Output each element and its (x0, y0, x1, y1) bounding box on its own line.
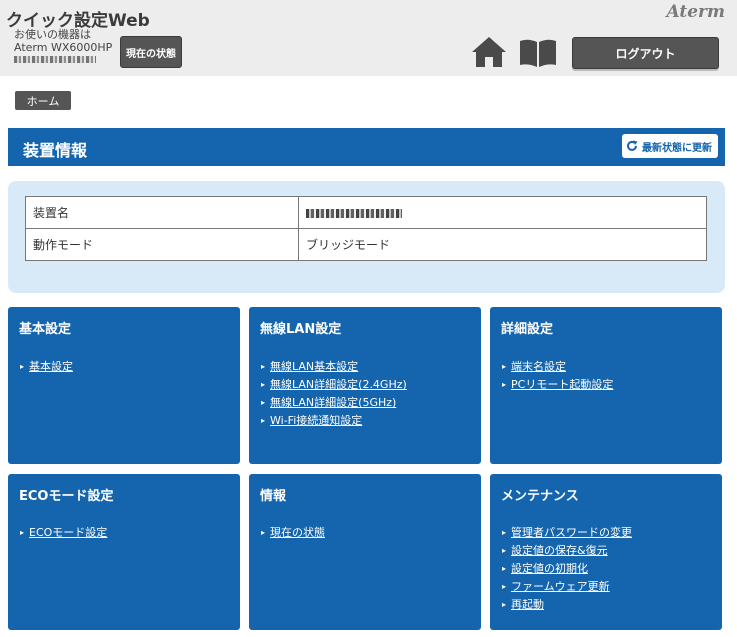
device-info-table: 装置名 動作モード ブリッジモード (25, 196, 707, 261)
status-button[interactable]: 現在の状態 (120, 36, 182, 68)
card-title: ECOモード設定 (19, 489, 114, 504)
link-wlan-detail-5ghz[interactable]: 無線LAN詳細設定(5GHz) (270, 396, 396, 409)
list-item: PCリモート起動設定 (502, 376, 613, 394)
list-item: 現在の状態 (261, 524, 325, 542)
list-item: 基本設定 (20, 358, 73, 376)
refresh-icon (627, 140, 638, 151)
list-item: 再起動 (502, 596, 632, 614)
link-wifi-notify[interactable]: Wi-Fi接続通知設定 (270, 414, 362, 427)
card-title: 無線LAN設定 (260, 322, 342, 337)
device-caption: お使いの機器は (14, 28, 91, 41)
refresh-label: 最新状態に更新 (642, 142, 712, 154)
card-basic-settings: 基本設定 基本設定 (8, 307, 240, 464)
card-link-list: 管理者パスワードの変更 設定値の保存&復元 設定値の初期化 ファームウェア更新 … (502, 524, 632, 614)
link-admin-password[interactable]: 管理者パスワードの変更 (511, 526, 632, 539)
card-link-list: 無線LAN基本設定 無線LAN詳細設定(2.4GHz) 無線LAN詳細設定(5G… (261, 358, 407, 430)
breadcrumb-home[interactable]: ホーム (15, 91, 71, 110)
link-reboot[interactable]: 再起動 (511, 598, 544, 611)
list-item: ECOモード設定 (20, 524, 107, 542)
card-title: 詳細設定 (501, 322, 554, 337)
device-name-value (298, 196, 707, 229)
link-wlan-basic[interactable]: 無線LAN基本設定 (270, 360, 358, 373)
home-icon[interactable] (472, 36, 506, 68)
table-row: 動作モード ブリッジモード (25, 228, 707, 261)
card-title: メンテナンス (501, 489, 579, 504)
operation-mode-value: ブリッジモード (298, 228, 707, 261)
card-link-list: ECOモード設定 (20, 524, 107, 542)
link-firmware-update[interactable]: ファームウェア更新 (511, 580, 610, 593)
card-information: 情報 現在の状態 (249, 474, 481, 630)
list-item: 無線LAN詳細設定(5GHz) (261, 394, 407, 412)
link-current-status[interactable]: 現在の状態 (270, 526, 325, 539)
list-item: 無線LAN詳細設定(2.4GHz) (261, 376, 407, 394)
link-pc-remote-wake[interactable]: PCリモート起動設定 (511, 378, 613, 391)
device-name-label: 装置名 (25, 196, 299, 229)
card-maintenance: メンテナンス 管理者パスワードの変更 設定値の保存&復元 設定値の初期化 ファー… (490, 474, 722, 630)
device-info-panel: 装置名 動作モード ブリッジモード (8, 181, 725, 293)
manual-icon[interactable] (518, 38, 558, 68)
device-model: Aterm WX6000HP (14, 41, 113, 54)
refresh-button[interactable]: 最新状態に更新 (622, 134, 718, 158)
operation-mode-label: 動作モード (25, 228, 299, 261)
card-title: 情報 (260, 489, 287, 504)
device-id-redacted (14, 56, 96, 63)
card-wireless-lan-settings: 無線LAN設定 無線LAN基本設定 無線LAN詳細設定(2.4GHz) 無線LA… (249, 307, 481, 464)
list-item: Wi-Fi接続通知設定 (261, 412, 407, 430)
list-item: 無線LAN基本設定 (261, 358, 407, 376)
card-eco-mode: ECOモード設定 ECOモード設定 (8, 474, 240, 630)
card-advanced-settings: 詳細設定 端末名設定 PCリモート起動設定 (490, 307, 722, 464)
brand-logo: Aterm (666, 2, 725, 22)
link-factory-reset[interactable]: 設定値の初期化 (511, 562, 588, 575)
card-link-list: 基本設定 (20, 358, 73, 376)
link-save-restore[interactable]: 設定値の保存&復元 (511, 544, 608, 557)
logout-button[interactable]: ログアウト (572, 37, 719, 69)
card-link-list: 端末名設定 PCリモート起動設定 (502, 358, 613, 394)
page-title-bar: 装置情報 最新状態に更新 (8, 128, 725, 166)
list-item: 設定値の初期化 (502, 560, 632, 578)
table-row: 装置名 (25, 196, 707, 229)
card-link-list: 現在の状態 (261, 524, 325, 542)
list-item: 端末名設定 (502, 358, 613, 376)
page-title: 装置情報 (23, 141, 88, 160)
link-basic-settings[interactable]: 基本設定 (29, 360, 73, 373)
list-item: 設定値の保存&復元 (502, 542, 632, 560)
main-content: ホーム 装置情報 最新状態に更新 装置名 動作モード ブリッジモード 基本設定 … (0, 76, 737, 637)
list-item: ファームウェア更新 (502, 578, 632, 596)
card-title: 基本設定 (19, 322, 72, 337)
device-name-redacted (306, 208, 402, 218)
list-item: 管理者パスワードの変更 (502, 524, 632, 542)
top-header: クイック設定Web お使いの機器は Aterm WX6000HP 現在の状態 A… (0, 0, 737, 76)
link-wlan-detail-24ghz[interactable]: 無線LAN詳細設定(2.4GHz) (270, 378, 407, 391)
link-eco-mode[interactable]: ECOモード設定 (29, 526, 107, 539)
link-terminal-name[interactable]: 端末名設定 (511, 360, 566, 373)
